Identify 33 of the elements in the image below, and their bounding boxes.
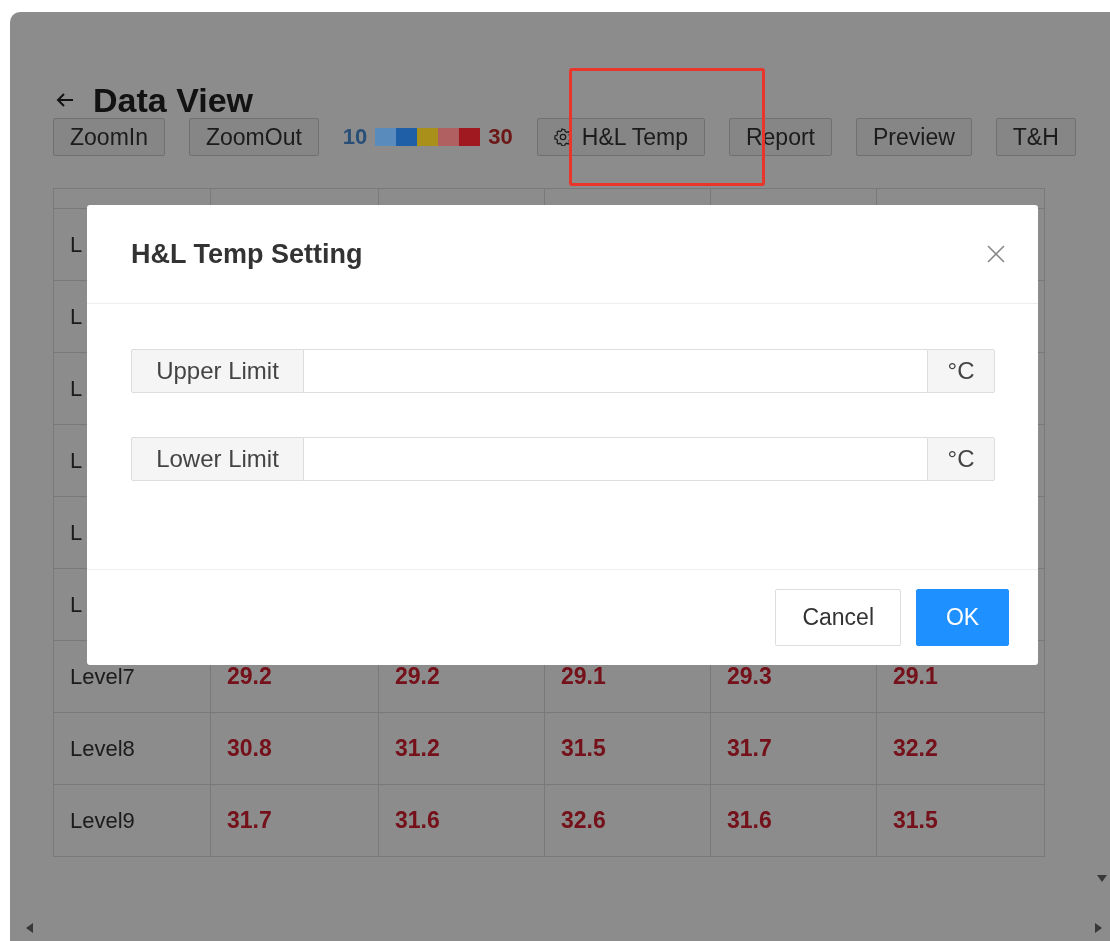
ok-button[interactable]: OK xyxy=(916,589,1009,646)
table-cell: 31.5 xyxy=(877,785,1045,857)
unit-label: °C xyxy=(927,437,995,481)
unit-label: °C xyxy=(927,349,995,393)
row-label: Level8 xyxy=(54,713,211,785)
page-title: Data View xyxy=(93,80,253,120)
cancel-button[interactable]: Cancel xyxy=(775,589,901,646)
toolbar-button[interactable]: ZoomIn xyxy=(53,118,165,156)
scroll-down-icon[interactable] xyxy=(1097,875,1107,882)
field-label: Upper Limit xyxy=(131,349,304,393)
table-cell: 31.7 xyxy=(711,713,877,785)
input-field[interactable] xyxy=(304,349,927,393)
table-cell: 31.7 xyxy=(211,785,379,857)
table-cell: 31.2 xyxy=(379,713,545,785)
table-cell: 31.6 xyxy=(379,785,545,857)
table-cell: 31.5 xyxy=(545,713,711,785)
table-cell: 30.8 xyxy=(211,713,379,785)
toolbar-button[interactable]: ZoomOut xyxy=(189,118,319,156)
gear-icon xyxy=(553,128,572,146)
close-icon[interactable] xyxy=(986,244,1006,264)
row-label: Level9 xyxy=(54,785,211,857)
table-cell: 32.6 xyxy=(545,785,711,857)
scroll-right-icon[interactable] xyxy=(1095,923,1102,933)
toolbar-button[interactable]: T&H xyxy=(995,118,1076,156)
field-label: Lower Limit xyxy=(131,437,304,481)
legend-min-label: 10 xyxy=(342,124,368,150)
input-field[interactable] xyxy=(304,437,927,481)
toolbar-button[interactable]: H&L Temp xyxy=(536,118,705,156)
scroll-left-icon[interactable] xyxy=(26,923,33,933)
table-cell: 31.6 xyxy=(711,785,877,857)
toolbar-button[interactable]: Preview xyxy=(856,118,972,156)
table-cell: 32.2 xyxy=(877,713,1045,785)
legend-max-label: 30 xyxy=(488,124,513,150)
